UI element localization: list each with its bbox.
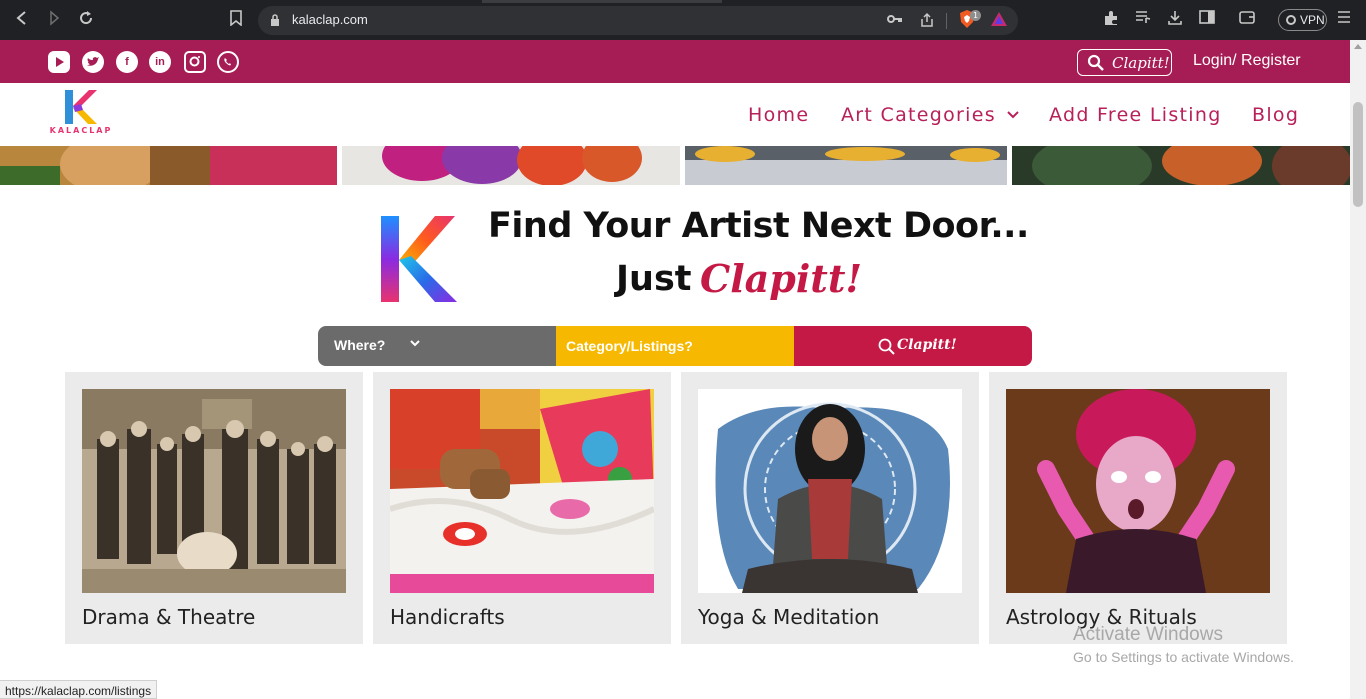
- vpn-label: VPN: [1300, 13, 1325, 27]
- menu-icon[interactable]: [1334, 10, 1354, 30]
- category-title[interactable]: Drama & Theatre: [82, 605, 255, 629]
- lock-icon: [271, 14, 279, 26]
- scrollbar-thumb[interactable]: [1353, 102, 1363, 207]
- forward-icon[interactable]: [44, 10, 64, 30]
- scroll-up-icon[interactable]: [1354, 44, 1362, 49]
- key-icon[interactable]: [886, 12, 904, 30]
- address-bar[interactable]: kalaclap.com: [258, 6, 1018, 35]
- header-search-label: Clapitt!: [1112, 54, 1170, 72]
- brave-badge: 1: [970, 10, 981, 21]
- facebook-icon[interactable]: f: [116, 51, 138, 73]
- site-logo[interactable]: KALACLAP: [40, 90, 122, 140]
- handicrafts-image[interactable]: [390, 389, 654, 593]
- url-text[interactable]: kalaclap.com: [292, 12, 368, 27]
- category-search-field[interactable]: [556, 326, 794, 366]
- chevron-down-icon: [410, 337, 420, 350]
- category-search-input[interactable]: [566, 335, 776, 357]
- link-status-bar: https://kalaclap.com/listings: [0, 680, 158, 699]
- banner-image-3: [685, 146, 1007, 185]
- vpn-icon: [1286, 15, 1296, 25]
- logo-k-icon: [65, 90, 97, 124]
- playlist-icon[interactable]: [1133, 10, 1153, 30]
- back-icon[interactable]: [12, 10, 32, 30]
- search-submit-button[interactable]: Clapitt!: [794, 326, 1032, 366]
- windows-activation-title: Activate Windows: [1073, 624, 1223, 645]
- search-icon: [1087, 54, 1104, 71]
- download-icon[interactable]: [1165, 10, 1185, 30]
- location-select-label: Where?: [334, 337, 386, 353]
- page-scrollbar[interactable]: [1350, 40, 1366, 699]
- chevron-down-icon: [1002, 108, 1019, 122]
- category-card[interactable]: Handicrafts: [373, 372, 671, 644]
- category-card[interactable]: Yoga & Meditation: [681, 372, 979, 644]
- whatsapp-icon[interactable]: [217, 51, 239, 73]
- nav-art-categories-label: Art Categories: [841, 104, 996, 126]
- search-submit-label: Clapitt!: [897, 337, 957, 353]
- astrology-rituals-image[interactable]: [1006, 389, 1270, 593]
- url-separator: [946, 13, 947, 29]
- drama-theatre-image[interactable]: [82, 389, 346, 593]
- login-register-link[interactable]: Login/ Register: [1193, 52, 1301, 70]
- category-title[interactable]: Handicrafts: [390, 605, 505, 629]
- logo-text: KALACLAP: [49, 126, 113, 135]
- reload-icon[interactable]: [76, 10, 96, 30]
- header-search-button[interactable]: Clapitt!: [1077, 49, 1172, 76]
- search-icon: [878, 338, 895, 355]
- category-card[interactable]: Astrology & Rituals: [989, 372, 1287, 644]
- twitter-icon[interactable]: [82, 51, 104, 73]
- hero-subtitle-prefix: Just: [616, 259, 692, 299]
- nav-home[interactable]: Home: [748, 104, 809, 126]
- wallet-icon[interactable]: [1237, 10, 1257, 30]
- nav-add-listing[interactable]: Add Free Listing: [1049, 104, 1222, 126]
- banner-image-1: [0, 146, 337, 185]
- category-title[interactable]: Yoga & Meditation: [698, 605, 879, 629]
- nav-art-categories[interactable]: Art Categories: [841, 104, 1019, 126]
- social-bar: f in Clapitt! Login/ Register: [0, 40, 1350, 83]
- nav-blog[interactable]: Blog: [1252, 104, 1299, 126]
- browser-toolbar: kalaclap.com 1 VPN: [0, 0, 1366, 40]
- share-icon[interactable]: [918, 12, 936, 30]
- site-header: KALACLAP Home Art Categories Add Free Li…: [0, 83, 1350, 146]
- brave-rewards-icon[interactable]: [990, 11, 1008, 27]
- linkedin-icon[interactable]: in: [149, 51, 171, 73]
- extensions-icon[interactable]: [1101, 10, 1121, 30]
- category-card[interactable]: Drama & Theatre: [65, 372, 363, 644]
- sidebar-icon[interactable]: [1197, 10, 1217, 30]
- banner-image-2: [342, 146, 680, 185]
- instagram-icon[interactable]: [184, 51, 206, 73]
- location-select[interactable]: Where?: [318, 326, 556, 366]
- youtube-icon[interactable]: [48, 51, 70, 73]
- active-tab-indicator: [482, 0, 722, 3]
- hero-logo-icon: [381, 216, 457, 302]
- bookmark-icon[interactable]: [226, 10, 246, 30]
- yoga-meditation-image[interactable]: [698, 389, 962, 593]
- hero-title: Find Your Artist Next Door...: [488, 206, 1029, 246]
- vpn-toggle[interactable]: VPN: [1278, 9, 1327, 31]
- banner-image-4: [1012, 146, 1350, 185]
- hero-subtitle-brand: Clapitt!: [700, 256, 863, 301]
- windows-activation-subtitle: Go to Settings to activate Windows.: [1073, 649, 1294, 665]
